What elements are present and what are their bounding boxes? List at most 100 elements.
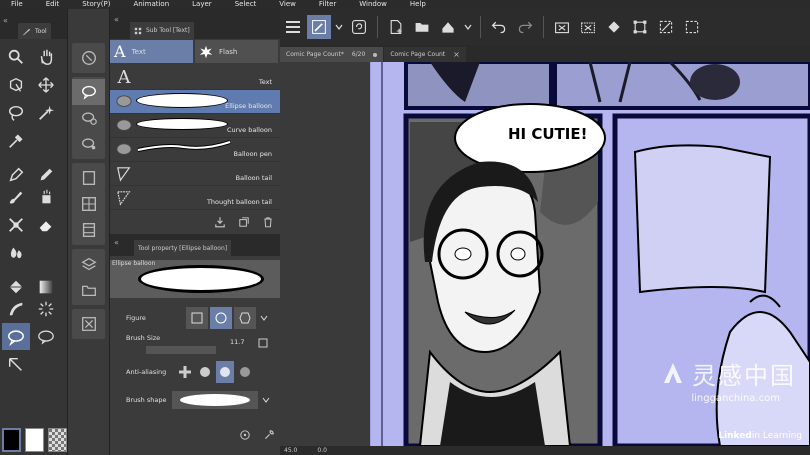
- subcol-balloon-button[interactable]: [72, 79, 105, 105]
- hand-tool-button[interactable]: [32, 43, 60, 70]
- open-file-button[interactable]: [410, 15, 434, 39]
- correct-line-tool-button[interactable]: [2, 351, 30, 378]
- clip-studio-button[interactable]: [347, 15, 371, 39]
- figure-ellipse-option[interactable]: [210, 307, 232, 329]
- save-button[interactable]: [436, 15, 460, 39]
- figure-polygon-option[interactable]: [234, 307, 256, 329]
- undo-button[interactable]: [487, 15, 511, 39]
- subcol-balloon-settings-button[interactable]: [72, 131, 105, 157]
- sub-tool-tab[interactable]: Sub Tool [Text]: [130, 22, 194, 39]
- airbrush-tool-button[interactable]: [32, 183, 60, 210]
- subcol-film-button[interactable]: [72, 217, 105, 243]
- sub-tool-item-curve-balloon[interactable]: Curve balloon: [110, 114, 280, 138]
- balloon-icon: [114, 93, 134, 111]
- aa-strong-option[interactable]: [236, 361, 254, 383]
- subcol-folder-button[interactable]: [72, 277, 105, 303]
- learning-text: in Learning: [751, 431, 802, 441]
- transform-button[interactable]: [628, 15, 652, 39]
- blend-tool-button[interactable]: [2, 239, 30, 266]
- collapse-icon[interactable]: «: [3, 16, 8, 25]
- sub-tool-item-ellipse-balloon[interactable]: Ellipse balloon: [110, 90, 280, 114]
- aa-medium-option[interactable]: [216, 361, 234, 383]
- decoration-tool-button[interactable]: [2, 211, 30, 238]
- magic-wand-tool-button[interactable]: [32, 99, 60, 126]
- balloon-tool-button[interactable]: [32, 323, 60, 350]
- figure-options: [186, 307, 270, 329]
- deselect-button[interactable]: [654, 15, 678, 39]
- collapse-subtool-icon[interactable]: «: [114, 15, 119, 24]
- group-text[interactable]: A Text: [110, 40, 193, 63]
- subcol-page-button[interactable]: [72, 165, 105, 191]
- close-icon[interactable]: ×: [453, 50, 460, 59]
- eyedropper-tool-button[interactable]: [2, 127, 30, 154]
- doc-tab-1[interactable]: Comic Page Count* 6/20: [280, 47, 384, 62]
- tool-tab[interactable]: Tool: [18, 23, 51, 39]
- sub-tool-detail-icon[interactable]: [239, 429, 251, 441]
- move-layer-tool-button[interactable]: [32, 71, 60, 98]
- brush-tool-button[interactable]: [2, 183, 30, 210]
- subcol-layers-button[interactable]: [72, 251, 105, 277]
- chevron-down-icon[interactable]: [262, 396, 270, 404]
- sub-tool-item-thought-balloon-tail[interactable]: Thought balloon tail: [110, 186, 280, 210]
- aa-weak-option[interactable]: [196, 361, 214, 383]
- pressure-icon[interactable]: [258, 338, 268, 348]
- water-drop-icon: [10, 247, 22, 258]
- figure-rectangle-option[interactable]: [186, 307, 208, 329]
- clear-icon: [555, 22, 569, 34]
- subcol-object-button[interactable]: [72, 45, 105, 71]
- object-select-button[interactable]: [307, 15, 331, 39]
- sub-tool-item-text[interactable]: A Text: [110, 66, 280, 90]
- menu-window[interactable]: Window: [348, 0, 387, 9]
- chevron-down-icon: [260, 315, 268, 321]
- menu-filter[interactable]: Filter: [308, 0, 336, 9]
- sub-tool-item-balloon-pen[interactable]: Balloon pen: [110, 138, 280, 162]
- select-all-button[interactable]: [680, 15, 704, 39]
- object-dropdown[interactable]: [333, 15, 345, 39]
- figure-tool-button[interactable]: [2, 295, 30, 322]
- clear-outside-button[interactable]: [576, 15, 600, 39]
- tool-property-tab[interactable]: Tool property [Ellipse balloon]: [134, 240, 232, 256]
- eraser-tool-button[interactable]: [32, 211, 60, 238]
- clear-button[interactable]: [550, 15, 574, 39]
- save-dropdown[interactable]: [462, 15, 474, 39]
- duplicate-icon[interactable]: [238, 216, 250, 228]
- transparent-color-swatch[interactable]: [48, 428, 67, 452]
- lasso-tool-button[interactable]: [2, 99, 30, 126]
- zoom-value[interactable]: 45.0: [284, 447, 297, 454]
- new-file-button[interactable]: [384, 15, 408, 39]
- angle-value[interactable]: 0.0: [317, 447, 327, 454]
- collapse-property-icon[interactable]: «: [114, 238, 119, 247]
- sub-tool-item-balloon-tail[interactable]: Balloon tail: [110, 162, 280, 186]
- object-tool-button[interactable]: [2, 71, 30, 98]
- sub-color-swatch[interactable]: [25, 428, 44, 452]
- menu-edit[interactable]: Edit: [35, 0, 60, 9]
- redo-button[interactable]: [513, 15, 537, 39]
- fill-button[interactable]: [602, 15, 626, 39]
- subcol-grid-button[interactable]: [72, 191, 105, 217]
- aa-none-option[interactable]: [176, 361, 194, 383]
- menu-select[interactable]: Select: [224, 0, 257, 9]
- main-color-swatch[interactable]: [2, 428, 21, 452]
- balloon-text[interactable]: HI CUTIE!: [508, 125, 587, 143]
- menu-story[interactable]: Story(P): [71, 0, 110, 9]
- menu-file[interactable]: File: [0, 0, 23, 9]
- menu-help[interactable]: Help: [399, 0, 426, 9]
- group-flash[interactable]: Flash: [195, 40, 278, 63]
- wrench-icon[interactable]: [263, 429, 275, 441]
- zoom-tool-button[interactable]: [2, 43, 30, 70]
- subcol-balloon-gear-button[interactable]: [72, 105, 105, 131]
- trash-icon[interactable]: [262, 216, 274, 228]
- doc-tab-2[interactable]: Comic Page Count ×: [384, 47, 466, 62]
- figure-dropdown[interactable]: [258, 307, 270, 329]
- subcol-close-button[interactable]: [72, 311, 105, 337]
- menu-animation[interactable]: Animation: [122, 0, 169, 9]
- menu-view[interactable]: View: [268, 0, 296, 9]
- menu-toggle-button[interactable]: [281, 15, 305, 39]
- brush-size-slider[interactable]: [146, 346, 216, 354]
- brush-shape-selector[interactable]: [172, 391, 258, 409]
- menu-layer[interactable]: Layer: [181, 0, 212, 9]
- text-balloon-tool-button[interactable]: [2, 323, 30, 350]
- import-icon[interactable]: [214, 216, 226, 228]
- sub-tool-item-label: Thought balloon tail: [206, 198, 272, 206]
- frame-tool-button[interactable]: [32, 295, 60, 322]
